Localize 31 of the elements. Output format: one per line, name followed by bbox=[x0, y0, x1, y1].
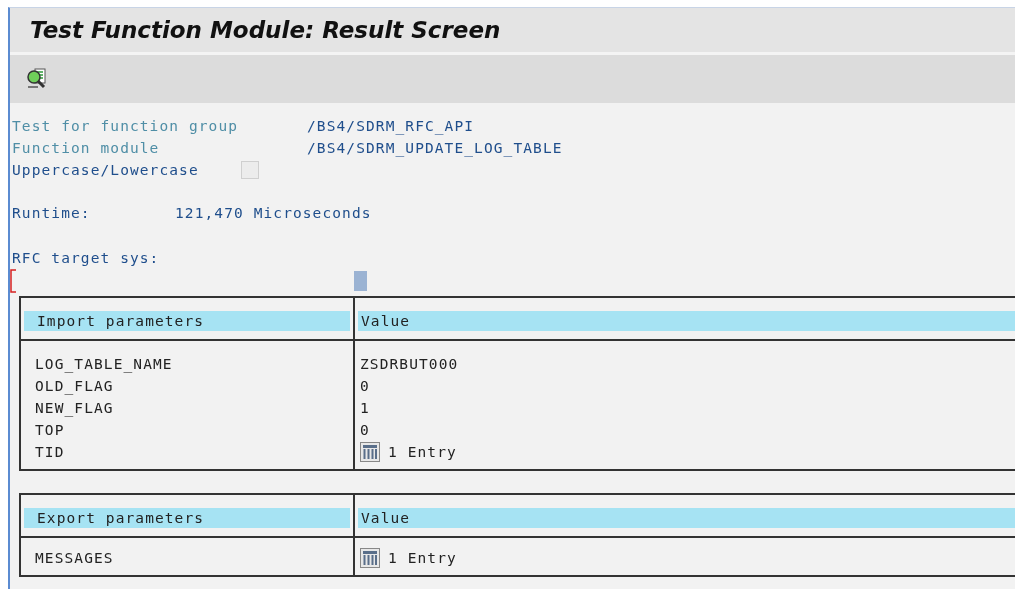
parameter-value: 1 Entry bbox=[388, 550, 457, 566]
table-icon bbox=[360, 442, 380, 462]
field-value: /BS4/SDRM_UPDATE_LOG_TABLE bbox=[307, 140, 563, 156]
field-label: Uppercase/Lowercase bbox=[12, 162, 200, 178]
column-header: Value bbox=[358, 311, 1015, 331]
field-label: Test for function group bbox=[12, 118, 240, 134]
parameter-name: MESSAGES bbox=[35, 549, 115, 568]
text-cursor bbox=[354, 271, 367, 291]
parameter-value: ZSDRBUT000 bbox=[360, 355, 460, 374]
field-label: RFC target sys: bbox=[12, 250, 161, 266]
field-label: Function module bbox=[12, 140, 161, 156]
parameter-name: NEW_FLAG bbox=[35, 399, 115, 419]
focus-bracket-icon bbox=[10, 269, 17, 293]
parameter-name: TOP bbox=[35, 421, 66, 440]
runtime-value: 121,470 Microseconds bbox=[175, 205, 372, 221]
column-header: Export parameters bbox=[24, 508, 350, 528]
parameter-value: 1 bbox=[360, 399, 371, 418]
parameter-value: 0 bbox=[360, 377, 371, 396]
checkbox[interactable] bbox=[241, 161, 259, 179]
parameter-name: TID bbox=[35, 443, 66, 462]
parameter-value: 1 Entry bbox=[388, 444, 457, 460]
parameter-value: 0 bbox=[360, 421, 371, 440]
parameter-name: LOG_TABLE_NAME bbox=[35, 355, 174, 375]
field-value: /BS4/SDRM_RFC_API bbox=[307, 118, 475, 134]
column-header: Value bbox=[358, 508, 1015, 528]
window-title: Test Function Module: Result Screen bbox=[30, 17, 501, 43]
parameter-name: OLD_FLAG bbox=[35, 377, 115, 397]
column-header: Import parameters bbox=[24, 311, 350, 331]
table-icon bbox=[360, 548, 380, 568]
field-label: Runtime: bbox=[12, 205, 92, 221]
inspect-icon bbox=[26, 68, 48, 90]
